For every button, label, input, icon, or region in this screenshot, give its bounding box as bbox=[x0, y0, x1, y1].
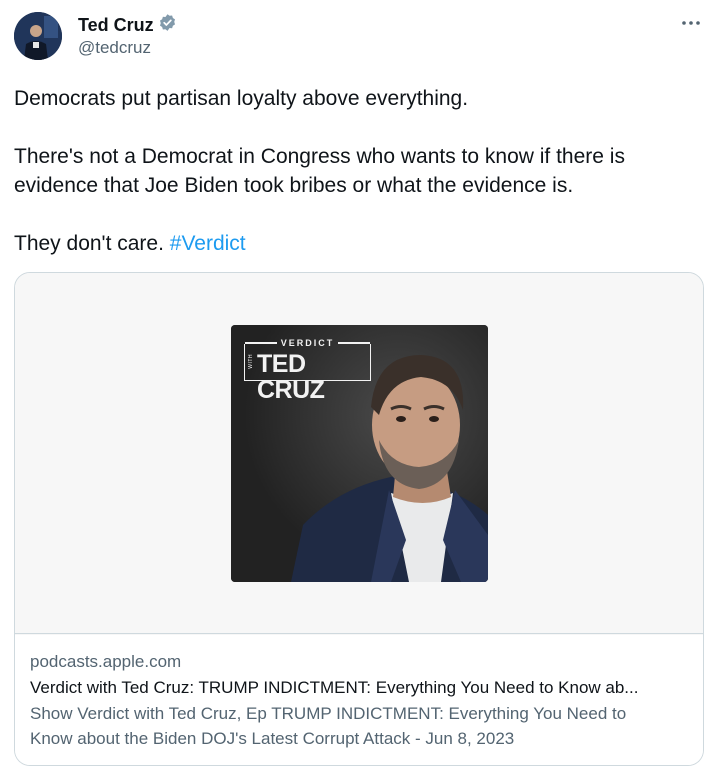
tweet-line: They don't care. #Verdict bbox=[14, 229, 704, 258]
verified-badge-icon bbox=[158, 13, 177, 37]
more-options-button[interactable] bbox=[680, 13, 702, 33]
tweet-line: There's not a Democrat in Congress who w… bbox=[14, 145, 625, 168]
avatar[interactable] bbox=[14, 12, 62, 60]
author-name[interactable]: Ted Cruz bbox=[78, 15, 154, 36]
card-info[interactable]: podcasts.apple.com Verdict with Ted Cruz… bbox=[15, 635, 703, 765]
link-card[interactable]: VERDICT WITH TED CRUZ podcasts.apple.com… bbox=[14, 272, 704, 766]
more-horizontal-icon bbox=[682, 21, 700, 25]
cover-logo-with: WITH bbox=[248, 354, 254, 369]
card-title: Verdict with Ted Cruz: TRUMP INDICTMENT:… bbox=[30, 678, 639, 697]
card-description: Show Verdict with Ted Cruz, Ep TRUMP IND… bbox=[30, 701, 690, 751]
hashtag-link[interactable]: #Verdict bbox=[170, 232, 246, 255]
tweet-line: evidence that Joe Biden took bribes or w… bbox=[14, 174, 574, 197]
card-description-line: Know about the Biden DOJ's Latest Corrup… bbox=[30, 729, 515, 748]
tweet-header: Ted Cruz @tedcruz bbox=[14, 11, 704, 63]
card-description-line: Show Verdict with Ted Cruz, Ep TRUMP IND… bbox=[30, 704, 627, 723]
cover-logo-small: VERDICT bbox=[280, 338, 335, 348]
tweet-line: Democrats put partisan loyalty above eve… bbox=[14, 87, 469, 110]
cover-logo: VERDICT WITH TED CRUZ bbox=[244, 338, 371, 403]
card-media[interactable]: VERDICT WITH TED CRUZ bbox=[15, 273, 703, 634]
cover-logo-big: TED CRUZ bbox=[257, 350, 325, 404]
tweet-text: Democrats put partisan loyalty above eve… bbox=[14, 84, 704, 258]
card-domain: podcasts.apple.com bbox=[30, 652, 182, 671]
author-name-row: Ted Cruz bbox=[78, 13, 177, 37]
podcast-cover-image: VERDICT WITH TED CRUZ bbox=[231, 325, 488, 582]
avatar-image bbox=[14, 12, 62, 60]
tweet-line-text: They don't care. bbox=[14, 232, 170, 255]
author-handle[interactable]: @tedcruz bbox=[78, 38, 151, 58]
